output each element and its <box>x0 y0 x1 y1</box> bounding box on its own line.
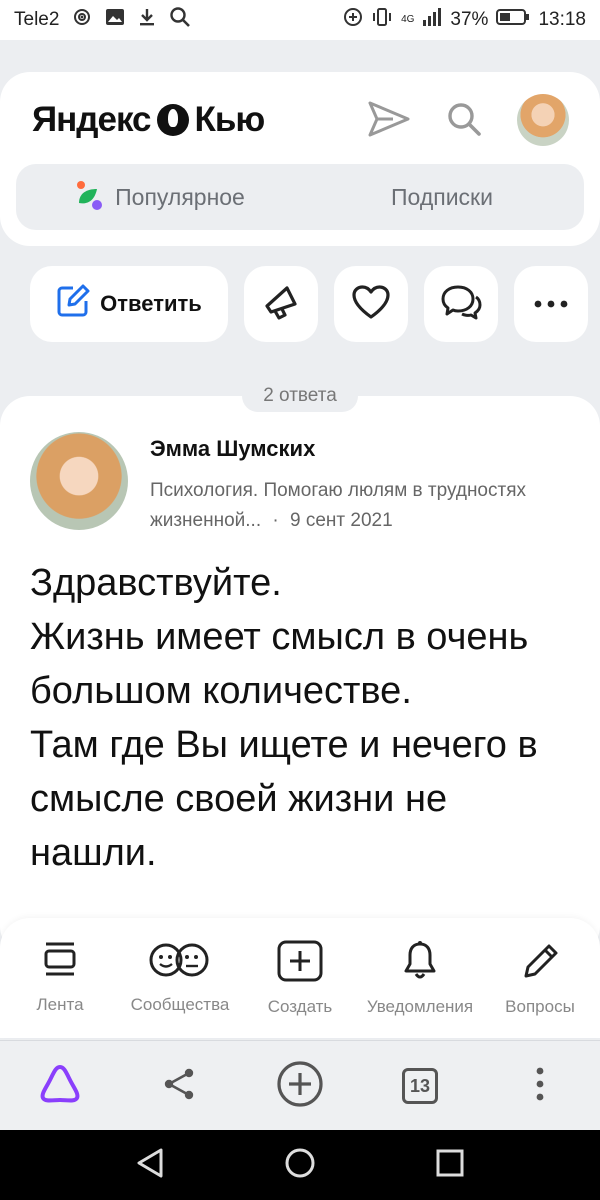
browser-menu-button[interactable] <box>517 1063 563 1109</box>
tabs-button[interactable]: 13 <box>397 1063 443 1109</box>
meta-separator: · <box>272 510 279 531</box>
communities-icon <box>148 940 212 985</box>
feed-tabs: Популярное Подписки <box>16 164 584 230</box>
home-circle-icon <box>284 1147 316 1184</box>
recents-square-icon <box>435 1148 465 1183</box>
search-icon[interactable] <box>441 96 487 142</box>
tab-subscriptions[interactable]: Подписки <box>300 184 584 211</box>
data-saver-icon <box>343 7 363 33</box>
nav-create-label: Создать <box>267 997 333 1016</box>
answers-count-badge: 2 ответа <box>242 380 358 412</box>
new-tab-button[interactable] <box>277 1060 323 1109</box>
tabs-counter-icon: 13 <box>402 1068 438 1104</box>
alice-icon <box>37 1063 83 1110</box>
author-meta: Психология. Помогаю люлям в трудностях ж… <box>150 476 570 536</box>
logo-text-yandex: Яндекс <box>32 100 151 139</box>
signal-icon <box>422 8 442 32</box>
like-button[interactable] <box>334 266 408 342</box>
share-answer-button[interactable] <box>244 266 318 342</box>
hotspot-icon <box>71 7 93 33</box>
back-triangle-icon <box>135 1147 165 1184</box>
vibrate-icon <box>371 7 393 33</box>
answer-paragraph: Жизнь имеет смысл в очень большом количе… <box>30 616 529 712</box>
nav-communities[interactable]: Сообщества <box>120 940 240 1015</box>
user-avatar[interactable] <box>517 94 569 146</box>
more-button[interactable] <box>514 266 588 342</box>
clock: 13:18 <box>538 9 586 30</box>
comments-icon <box>440 283 482 326</box>
nav-create[interactable]: Создать <box>240 940 360 1017</box>
tab-popular[interactable]: Популярное <box>16 177 300 217</box>
logo-mark-icon <box>156 104 189 136</box>
nav-communities-label: Сообщества <box>130 995 230 1014</box>
nav-notifications[interactable]: Уведомления <box>360 940 480 1017</box>
vertical-dots-icon <box>535 1066 545 1107</box>
author-name[interactable]: Эмма Шумских <box>150 436 315 462</box>
battery-icon <box>496 8 530 32</box>
reply-button[interactable]: Ответить <box>30 266 228 342</box>
alice-button[interactable] <box>37 1063 83 1109</box>
edit-icon <box>56 284 90 324</box>
feed-icon <box>40 940 80 985</box>
create-icon <box>276 940 324 987</box>
answer-paragraph: Там где Вы ищете и нечего в смысле своей… <box>30 724 538 874</box>
recents-button[interactable] <box>432 1147 468 1183</box>
pencil-icon <box>520 940 560 987</box>
status-bar: Tele2 4G 37% 13:18 <box>0 0 600 40</box>
tabs-count: 13 <box>409 1075 431 1096</box>
more-dots-icon <box>533 295 569 313</box>
answer-paragraph: Здравствуйте. <box>30 562 282 604</box>
search-status-icon <box>169 6 191 34</box>
nav-feed-label: Лента <box>36 995 84 1014</box>
back-button[interactable] <box>132 1147 168 1183</box>
nav-notifications-label: Уведомления <box>366 997 474 1016</box>
plus-circle-icon <box>276 1060 324 1113</box>
gallery-icon <box>105 7 125 33</box>
answer-body: Здравствуйте. Жизнь имеет смысл в очень … <box>30 556 578 880</box>
nav-questions-label: Вопросы <box>505 997 575 1016</box>
logo-text-q: Кью <box>194 100 266 139</box>
comments-button[interactable] <box>424 266 498 342</box>
download-icon <box>137 7 157 33</box>
page-gap <box>0 40 600 72</box>
reply-button-label: Ответить <box>100 291 202 316</box>
bell-icon <box>400 940 440 987</box>
megaphone-icon <box>261 282 301 327</box>
share-button[interactable] <box>156 1063 202 1109</box>
share-icon <box>161 1066 197 1107</box>
browser-toolbar: 13 <box>0 1040 600 1130</box>
yandex-q-logo[interactable]: Яндекс Кью <box>32 100 266 140</box>
heart-icon <box>351 284 391 325</box>
bottom-nav: Лента Сообщества Создать Уведомления Воп… <box>0 918 600 1038</box>
send-icon[interactable] <box>366 96 412 142</box>
author-avatar[interactable] <box>30 432 128 530</box>
answer-date: 9 сент 2021 <box>290 510 393 531</box>
network-type: 4G <box>401 14 415 25</box>
nav-feed[interactable]: Лента <box>0 940 120 1015</box>
tab-subscriptions-label: Подписки <box>391 183 493 210</box>
battery-percent: 37% <box>450 9 489 30</box>
tab-popular-label: Популярное <box>115 183 245 210</box>
system-navigation-bar <box>0 1130 600 1200</box>
popular-icon <box>71 177 105 217</box>
nav-questions[interactable]: Вопросы <box>480 940 600 1017</box>
home-button[interactable] <box>282 1147 318 1183</box>
carrier-name: Tele2 <box>14 9 60 30</box>
